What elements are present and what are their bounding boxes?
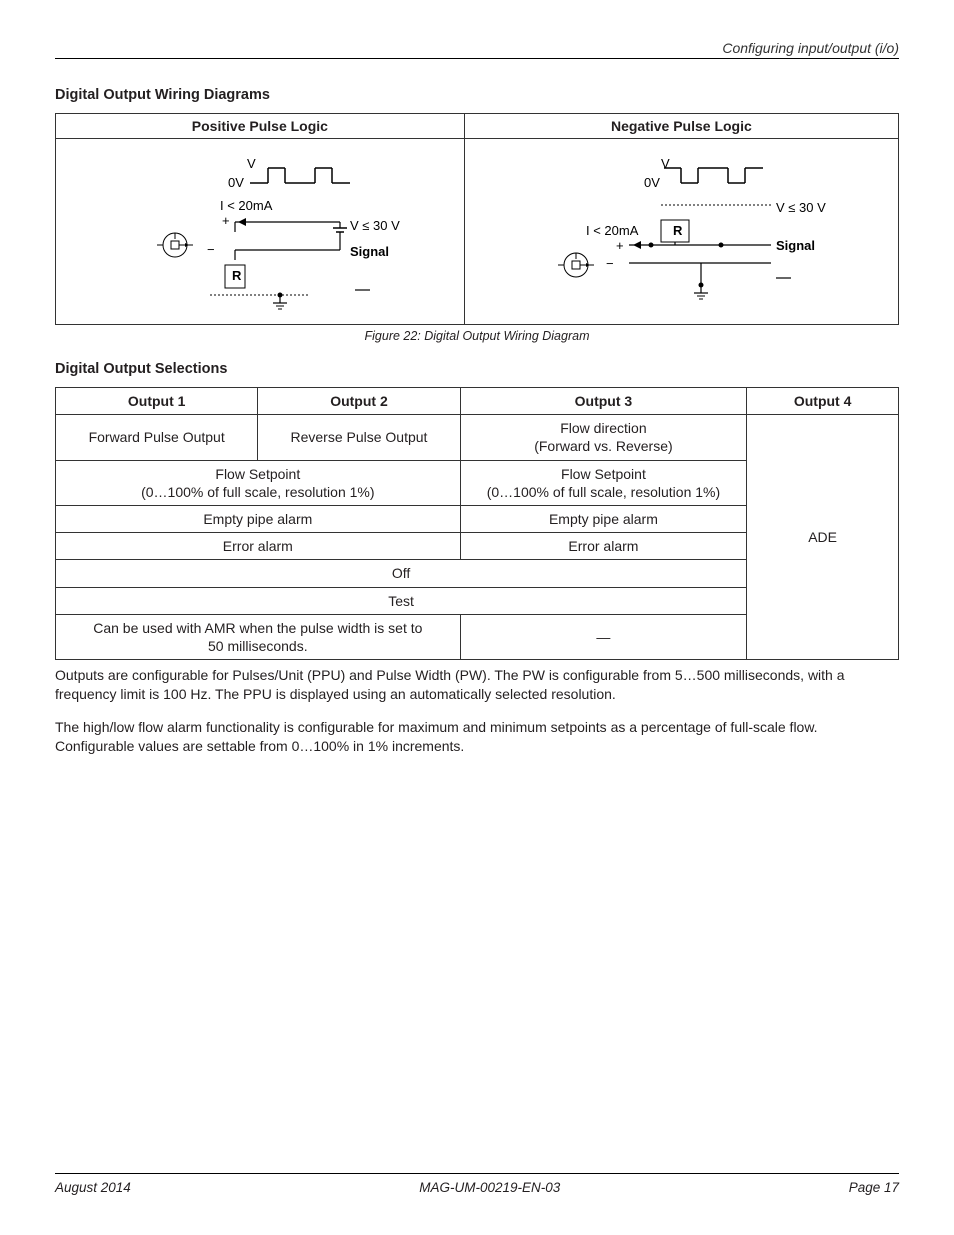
cell-out2-reverse: Reverse Pulse Output: [258, 415, 460, 460]
cell-out3-error: Error alarm: [460, 533, 747, 560]
footer-docid: MAG-UM-00219-EN-03: [419, 1180, 560, 1195]
cell-out3-flowdir: Flow direction (Forward vs. Reverse): [460, 415, 747, 460]
label-voltage: V ≤ 30 V: [776, 200, 826, 215]
wiring-diagram-table: Positive Pulse Logic Negative Pulse Logi…: [55, 113, 899, 325]
cell-off: Off: [56, 560, 747, 587]
label-signal: Signal: [350, 244, 389, 259]
label-voltage: V ≤ 30 V: [350, 218, 400, 233]
cell-out3-setpoint: Flow Setpoint (0…100% of full scale, res…: [460, 460, 747, 505]
cell-out12-empty: Empty pipe alarm: [56, 505, 461, 532]
sel-header-out2: Output 2: [258, 388, 460, 415]
page-footer: August 2014 MAG-UM-00219-EN-03 Page 17: [55, 1173, 899, 1195]
cell-out3-dash: —: [460, 614, 747, 659]
label-minus: −: [207, 242, 215, 257]
cell-out3-empty: Empty pipe alarm: [460, 505, 747, 532]
col-header-positive: Positive Pulse Logic: [56, 114, 465, 139]
section-heading-wiring: Digital Output Wiring Diagrams: [55, 87, 899, 103]
footer-date: August 2014: [55, 1180, 131, 1195]
figure-caption: Figure 22: Digital Output Wiring Diagram: [55, 329, 899, 343]
cell-test: Test: [56, 587, 747, 614]
label-r: R: [232, 268, 242, 283]
label-plus: +: [616, 238, 624, 253]
label-0v: 0V: [644, 175, 660, 190]
label-v: V: [247, 156, 256, 171]
sel-header-out4: Output 4: [747, 388, 899, 415]
negative-logic-diagram: V 0V V ≤ 30 V: [464, 139, 898, 325]
positive-logic-diagram: V 0V I < 20mA +: [56, 139, 465, 325]
paragraph-outputs: Outputs are configurable for Pulses/Unit…: [55, 666, 899, 704]
cell-out12-error: Error alarm: [56, 533, 461, 560]
cell-out12-setpoint: Flow Setpoint (0…100% of full scale, res…: [56, 460, 461, 505]
cell-amr-note: Can be used with AMR when the pulse widt…: [56, 614, 461, 659]
label-0v: 0V: [228, 175, 244, 190]
cell-out4-ade: ADE: [747, 415, 899, 660]
label-current: I < 20mA: [586, 223, 639, 238]
sel-header-out3: Output 3: [460, 388, 747, 415]
breadcrumb: Configuring input/output (i/o): [55, 40, 899, 56]
label-minus: −: [606, 256, 614, 271]
header-rule: Configuring input/output (i/o): [55, 40, 899, 59]
footer-page: Page 17: [849, 1180, 899, 1195]
sel-header-out1: Output 1: [56, 388, 258, 415]
label-signal: Signal: [776, 238, 815, 253]
label-current: I < 20mA: [220, 198, 273, 213]
label-plus: +: [222, 213, 230, 228]
paragraph-alarm: The high/low flow alarm functionality is…: [55, 718, 899, 756]
cell-out1-forward: Forward Pulse Output: [56, 415, 258, 460]
selections-table: Output 1 Output 2 Output 3 Output 4 Forw…: [55, 387, 899, 660]
section-heading-selections: Digital Output Selections: [55, 361, 899, 377]
col-header-negative: Negative Pulse Logic: [464, 114, 898, 139]
label-r: R: [673, 223, 683, 238]
